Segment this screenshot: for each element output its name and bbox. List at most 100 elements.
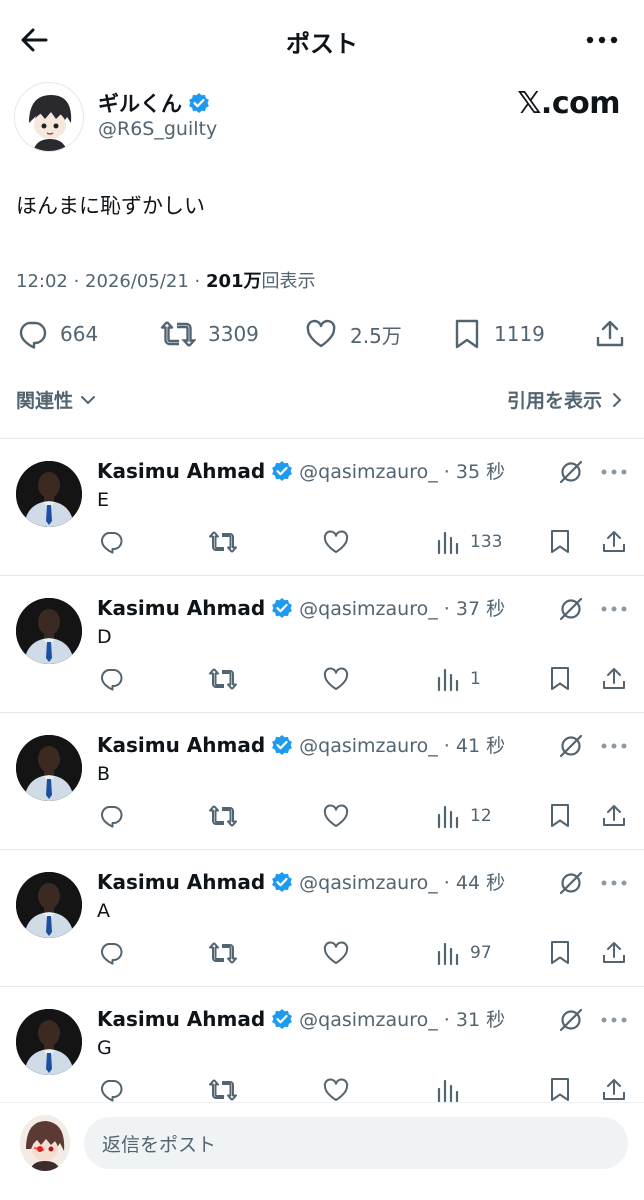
like-stat[interactable]: 2.5万 [304, 312, 402, 356]
share-button[interactable] [601, 664, 627, 694]
reply-item[interactable]: Kasimu Ahmad @qasimzauro_ · 35 秒 E 133 [0, 439, 644, 576]
like-count: 2.5万 [350, 323, 402, 348]
bookmark-button[interactable] [548, 938, 572, 968]
post-text: ほんまに恥ずかしい [16, 194, 205, 218]
author-handle[interactable]: @R6S_guilty [98, 118, 217, 140]
reply-stat[interactable]: 664 [16, 312, 98, 356]
grok-icon[interactable] [558, 459, 584, 485]
grok-icon[interactable] [558, 733, 584, 759]
share-button[interactable] [601, 938, 627, 968]
x-com-watermark: 𝕏.com [517, 86, 620, 121]
reply-item[interactable]: Kasimu Ahmad @qasimzauro_ · 41 秒 B 12 [0, 713, 644, 850]
reply-avatar[interactable] [16, 735, 82, 801]
verified-badge-icon [188, 92, 210, 114]
repost-icon [208, 803, 238, 829]
verified-badge-icon [271, 871, 293, 893]
verified-badge-icon [271, 734, 293, 756]
views-button[interactable]: 133 [436, 527, 502, 557]
bookmark-button[interactable] [548, 664, 572, 694]
reply-icon [98, 1077, 124, 1103]
grok-icon[interactable] [558, 596, 584, 622]
engagement-bar: 664 3309 2.5万 1119 [0, 312, 644, 356]
like-button[interactable] [322, 801, 350, 831]
more-options-icon[interactable] [600, 742, 628, 750]
heart-icon [322, 940, 350, 966]
reply-handle-time[interactable]: @qasimzauro_ · 31 秒 [299, 1005, 505, 1032]
analytics-icon [436, 803, 460, 829]
more-options-icon[interactable] [600, 1016, 628, 1024]
author-name[interactable]: ギルくん [98, 88, 182, 118]
my-avatar[interactable] [20, 1115, 70, 1171]
reply-handle-time[interactable]: @qasimzauro_ · 37 秒 [299, 594, 505, 621]
view-label: 回表示 [261, 271, 316, 292]
reply-button[interactable] [98, 527, 124, 557]
share-icon [601, 666, 627, 692]
repost-button[interactable] [208, 938, 238, 968]
more-options-icon[interactable] [600, 605, 628, 613]
reply-button[interactable] [98, 938, 124, 968]
share-button[interactable] [601, 527, 627, 557]
reply-button[interactable] [98, 801, 124, 831]
reply-author-name[interactable]: Kasimu Ahmad [97, 596, 265, 620]
view-quotes-link[interactable]: 引用を表示 [507, 386, 624, 413]
bookmark-icon [548, 1077, 572, 1103]
reply-item[interactable]: Kasimu Ahmad @qasimzauro_ · 44 秒 A 97 [0, 850, 644, 987]
more-options-icon[interactable] [600, 468, 628, 476]
repost-icon [160, 318, 196, 350]
like-button[interactable] [322, 527, 350, 557]
reply-view-count: 97 [470, 943, 492, 963]
repost-button[interactable] [208, 664, 238, 694]
reply-handle-time[interactable]: @qasimzauro_ · 41 秒 [299, 731, 505, 758]
more-options-icon[interactable] [586, 30, 618, 50]
bookmark-button[interactable] [548, 1075, 572, 1105]
reply-author-name[interactable]: Kasimu Ahmad [97, 459, 265, 483]
views-button[interactable]: 1 [436, 664, 481, 694]
reply-input[interactable]: 返信をポスト [84, 1117, 628, 1169]
bookmark-button[interactable] [548, 801, 572, 831]
page-title: ポスト [286, 30, 358, 58]
analytics-icon [436, 529, 460, 555]
views-button[interactable]: 97 [436, 938, 492, 968]
verified-badge-icon [271, 597, 293, 619]
views-button[interactable] [436, 1075, 470, 1105]
chevron-right-icon [610, 391, 624, 409]
share-icon [601, 940, 627, 966]
views-button[interactable]: 12 [436, 801, 492, 831]
like-button[interactable] [322, 938, 350, 968]
repost-button[interactable] [208, 527, 238, 557]
sort-dropdown[interactable]: 関連性 [16, 386, 97, 413]
reply-avatar[interactable] [16, 461, 82, 527]
share-button[interactable] [601, 1075, 627, 1105]
reply-avatar[interactable] [16, 1009, 82, 1075]
author-avatar[interactable] [14, 82, 84, 152]
like-button[interactable] [322, 1075, 350, 1105]
share-button[interactable] [601, 801, 627, 831]
grok-icon[interactable] [558, 870, 584, 896]
reply-avatar[interactable] [16, 872, 82, 938]
verified-badge-icon [271, 1008, 293, 1030]
repost-stat[interactable]: 3309 [160, 312, 259, 356]
share-button[interactable] [594, 312, 626, 356]
post-timestamp[interactable]: 12:02 · 2026/05/21 · [16, 271, 206, 292]
reply-item[interactable]: Kasimu Ahmad @qasimzauro_ · 37 秒 D 1 [0, 576, 644, 713]
like-button[interactable] [322, 664, 350, 694]
repost-icon [208, 666, 238, 692]
view-quotes-label: 引用を表示 [506, 390, 602, 412]
more-options-icon[interactable] [600, 879, 628, 887]
reply-handle-time[interactable]: @qasimzauro_ · 44 秒 [299, 868, 505, 895]
reply-author-name[interactable]: Kasimu Ahmad [97, 870, 265, 894]
reply-author-name[interactable]: Kasimu Ahmad [97, 1007, 265, 1031]
reply-avatar[interactable] [16, 598, 82, 664]
reply-button[interactable] [98, 1075, 124, 1105]
reply-handle-time[interactable]: @qasimzauro_ · 35 秒 [299, 457, 505, 484]
reply-actions: 1 [0, 664, 644, 694]
bookmark-stat[interactable]: 1119 [452, 312, 545, 356]
repost-button[interactable] [208, 801, 238, 831]
reply-button[interactable] [98, 664, 124, 694]
post-meta: 12:02 · 2026/05/21 · 201万回表示 [16, 267, 316, 293]
reply-author-name[interactable]: Kasimu Ahmad [97, 733, 265, 757]
grok-icon[interactable] [558, 1007, 584, 1033]
bookmark-button[interactable] [548, 527, 572, 557]
analytics-icon [436, 940, 460, 966]
repost-button[interactable] [208, 1075, 238, 1105]
